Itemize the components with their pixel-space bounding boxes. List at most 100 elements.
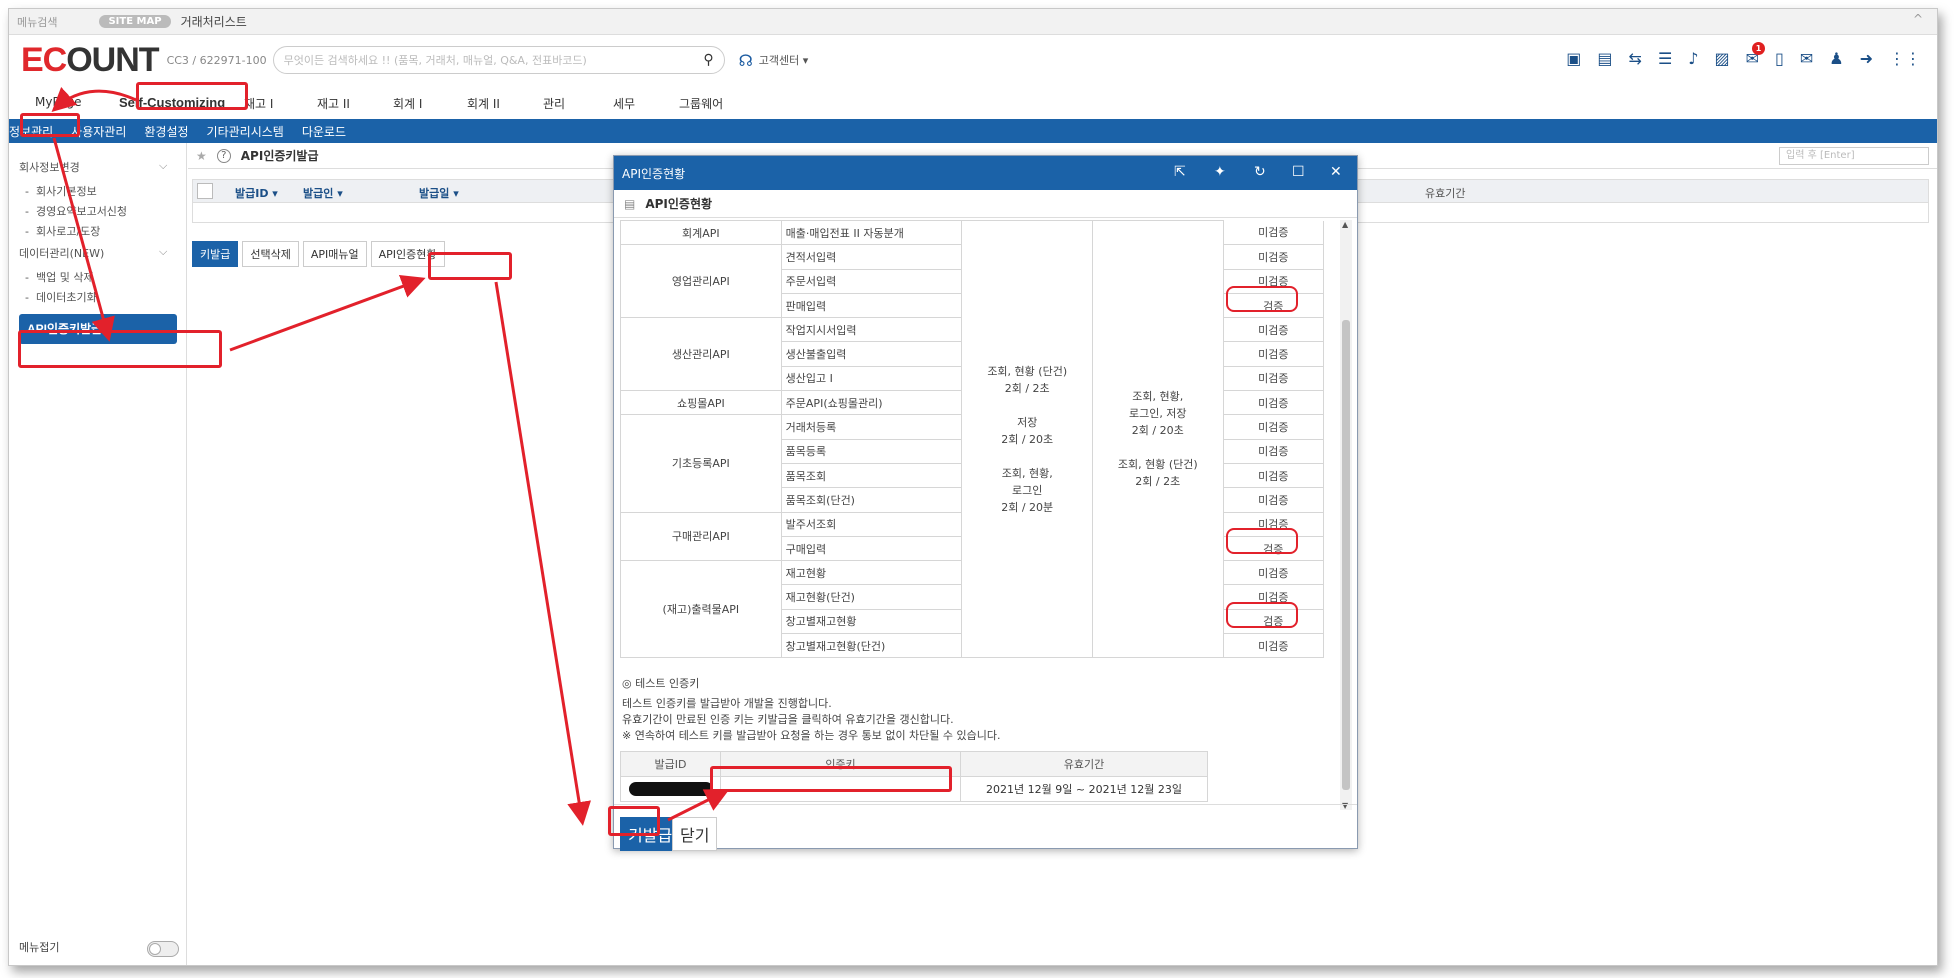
sidebar-group-data-management[interactable]: 데이터관리(NEW) <box>19 245 104 261</box>
tab-management[interactable]: 관리 <box>543 95 565 112</box>
collapse-up-icon[interactable]: ^ <box>1913 12 1923 26</box>
help-icon[interactable]: ? <box>216 148 231 163</box>
transfer-icon[interactable]: ⇆ <box>1629 49 1642 68</box>
api-auth-status-button[interactable]: API인증현황 <box>370 241 445 267</box>
status-cell: 미검증 <box>1222 462 1325 489</box>
group-basic-registration-api: 기초등록API <box>620 414 782 513</box>
tab-tax[interactable]: 세무 <box>613 95 635 112</box>
menu-search[interactable]: 메뉴검색 <box>17 14 57 30</box>
scroll-thumb[interactable] <box>1342 320 1350 790</box>
chevron-down-icon[interactable]: ⌵ <box>159 245 167 259</box>
api-auth-status-modal: API인증현황 ⇱ ✦ ↻ ☐ ✕ ▤ API인증현황 회계API 매출·매입전… <box>613 155 1358 851</box>
refresh-icon[interactable]: ↻ <box>1254 164 1266 180</box>
global-search-input[interactable]: 무엇이든 검색하세요 !! (품목, 거래처, 매뉴얼, Q&A, 전표바코드)… <box>272 46 725 74</box>
auth-key-value[interactable] <box>720 776 961 802</box>
maximize-icon[interactable]: ☐ <box>1292 164 1305 180</box>
status-cell-verified: 검증 <box>1222 292 1325 319</box>
api-name: 품목조회 <box>780 462 963 489</box>
document-icon[interactable]: ▣ <box>1566 49 1581 68</box>
page-title: API인증키발급 <box>240 149 319 163</box>
delete-selected-button[interactable]: 선택삭제 <box>242 241 299 267</box>
col-issuer[interactable]: 발급인 ▾ <box>303 185 343 201</box>
status-cell: 미검증 <box>1222 244 1325 270</box>
issue-key-button[interactable]: 키발급 <box>192 241 239 267</box>
api-manual-button[interactable]: API매뉴얼 <box>302 241 367 267</box>
tab-inventory-1[interactable]: 재고 I <box>244 95 273 112</box>
pin-icon[interactable]: ✦ <box>1214 164 1226 180</box>
close-icon[interactable]: ✕ <box>1330 164 1342 180</box>
test-key-line-1: 테스트 인증키를 발급받아 개발을 진행합니다. <box>622 697 832 710</box>
favorite-star-icon[interactable]: ★ <box>196 149 207 163</box>
col-issue-date[interactable]: 발급일 ▾ <box>419 185 459 201</box>
col-issue-id[interactable]: 발급ID ▾ <box>235 185 278 201</box>
status-cell: 미검증 <box>1222 365 1325 392</box>
tab-inventory-2[interactable]: 재고 II <box>317 95 350 112</box>
chat-icon[interactable]: ✉ 1 <box>1746 42 1766 68</box>
status-cell: 미검증 <box>1222 560 1325 586</box>
api-name: 생산불출입력 <box>780 341 963 367</box>
image-icon[interactable]: ▨ <box>1715 49 1730 68</box>
status-cell: 미검증 <box>1222 633 1325 659</box>
tab-groupware[interactable]: 그룹웨어 <box>679 95 723 112</box>
api-name: 발주서조회 <box>780 511 963 537</box>
key-col-auth-key: 인증키 <box>720 751 961 777</box>
search-icon[interactable]: ⚲ <box>703 52 713 68</box>
rate-limits-col2: 조회, 현황, 로그인, 저장 2회 / 20초 조회, 현황 (단건) 2회 / 2… <box>1091 219 1224 659</box>
tab-accounting-1[interactable]: 회계 I <box>393 95 422 112</box>
bell-icon[interactable]: ♪ <box>1688 49 1698 68</box>
list-icon[interactable]: ☰ <box>1658 49 1672 68</box>
sidebar-item-backup-delete[interactable]: - 백업 및 삭제 <box>25 269 94 285</box>
chevron-down-icon[interactable]: ⌵ <box>159 159 167 173</box>
current-page-tab[interactable]: 거래처리스트 <box>181 13 247 30</box>
apps-grid-icon[interactable]: ⋮⋮ <box>1889 49 1921 68</box>
status-cell: 미검증 <box>1222 511 1325 537</box>
sidebar-item-api-key-issue[interactable]: API인증키발급 <box>19 314 177 344</box>
key-validity-value: 2021년 12월 9일 ~ 2021년 12월 23일 <box>960 776 1208 802</box>
api-name: 창고별재고현황 <box>780 608 963 635</box>
company-code: CC3 / 622971-100 <box>166 53 267 67</box>
tab-accounting-2[interactable]: 회계 II <box>467 95 500 112</box>
mobile-icon[interactable]: ▯ <box>1775 49 1784 68</box>
logout-icon[interactable]: ➜ <box>1860 49 1873 68</box>
select-all-checkbox[interactable] <box>197 183 213 199</box>
app-window: 메뉴검색 SITE MAP 거래처리스트 ^ ECOUNT CC3 / 6229… <box>8 8 1938 966</box>
modal-close-button[interactable]: 닫기 <box>672 817 718 851</box>
subnav-user-management[interactable]: 사용자관리 <box>71 123 126 140</box>
sidebar-item-logo-stamp[interactable]: - 회사로고/도장 <box>25 223 100 239</box>
col-validity: 유효기간 <box>1425 187 1466 200</box>
main-menu-tabs: MyPage Self-Customizing 재고 I 재고 II 회계 I … <box>9 89 1937 119</box>
menu-fold-toggle[interactable] <box>147 941 179 957</box>
filter-input[interactable]: 입력 후 [Enter] <box>1779 147 1929 165</box>
add-document-icon[interactable]: ▤ <box>1597 49 1612 68</box>
sidebar-item-summary-report[interactable]: - 경영요약보고서신청 <box>25 203 127 219</box>
sidebar-group-company-info[interactable]: 회사정보변경 <box>19 159 80 175</box>
sidebar-item-company-basic[interactable]: - 회사기본정보 <box>25 183 97 199</box>
status-cell: 미검증 <box>1222 220 1325 246</box>
subnav-settings[interactable]: 환경설정 <box>144 123 188 140</box>
ecount-logo[interactable]: ECOUNT <box>21 41 160 80</box>
test-key-title: ◎ 테스트 인증키 <box>622 677 700 690</box>
test-key-line-3: ※ 연속하여 테스트 키를 발급받아 요청을 하는 경우 통보 없이 차단될 수… <box>622 729 1001 742</box>
modal-scrollbar[interactable]: ▲ ▼ <box>1340 220 1352 810</box>
api-name: 품목조회(단건) <box>780 487 963 513</box>
tab-self-customizing[interactable]: Self-Customizing <box>119 95 225 110</box>
status-cell: 미검증 <box>1222 268 1325 294</box>
sidebar-item-data-reset[interactable]: - 데이터초기화 <box>25 289 97 305</box>
group-purchase-api: 구매관리API <box>620 511 782 562</box>
subnav-download[interactable]: 다운로드 <box>302 123 346 140</box>
api-name: 재고현황(단건) <box>780 584 963 610</box>
customer-center[interactable]: ☊ 고객센터 ▾ <box>739 51 809 70</box>
document-icon: ▤ <box>624 196 636 211</box>
modal-footer: 키발급 닫기 <box>614 804 1357 851</box>
subnav-info-management[interactable]: 정보관리 <box>9 123 53 140</box>
mail-icon[interactable]: ✉ <box>1800 49 1813 68</box>
api-name: 판매입력 <box>780 292 963 319</box>
notification-badge: 1 <box>1752 42 1766 55</box>
header-icons: ▣ ▤ ⇆ ☰ ♪ ▨ ✉ 1 ▯ ✉ ♟ ➜ ⋮⋮ <box>1566 42 1921 68</box>
popout-icon[interactable]: ⇱ <box>1174 164 1186 180</box>
sitemap-button[interactable]: SITE MAP <box>99 15 171 28</box>
scroll-up-icon[interactable]: ▲ <box>1342 220 1348 229</box>
subnav-other-systems[interactable]: 기타관리시스템 <box>207 123 284 140</box>
tab-mypage[interactable]: MyPage <box>35 95 82 109</box>
user-icon[interactable]: ♟ <box>1829 49 1843 68</box>
